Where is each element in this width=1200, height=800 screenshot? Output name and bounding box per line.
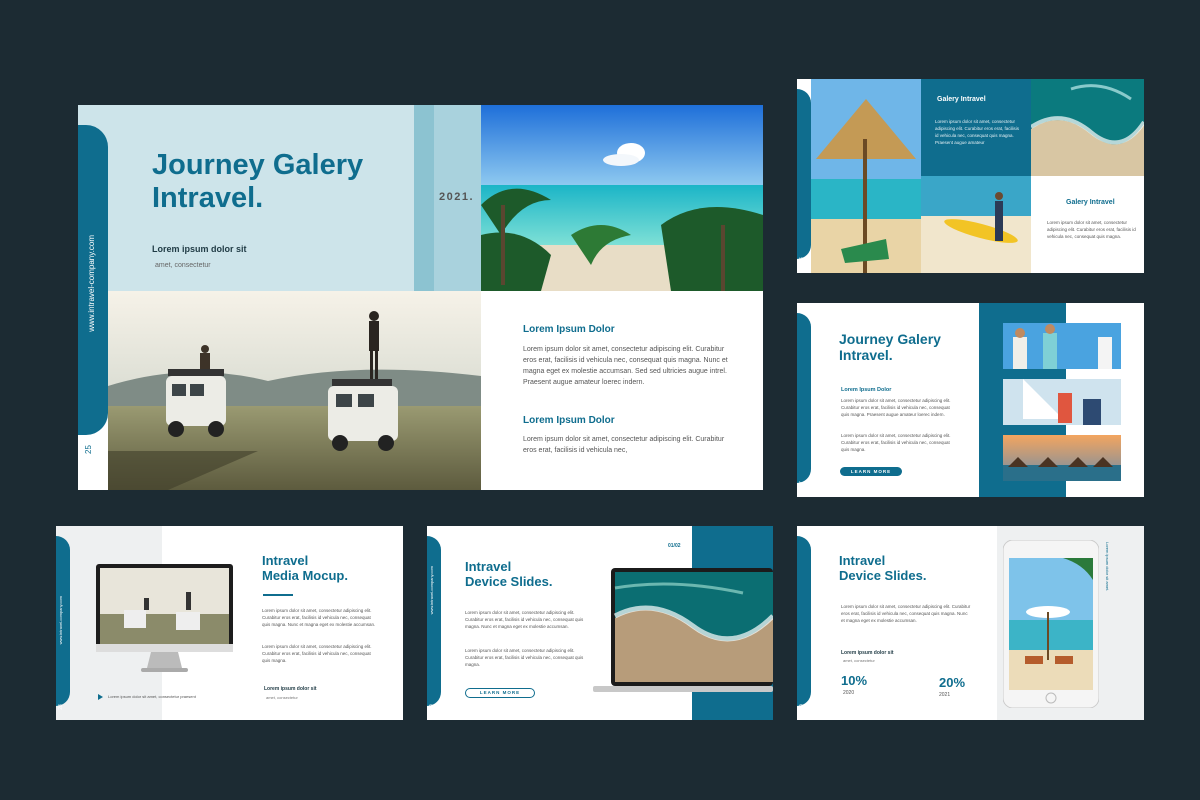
beach-photo xyxy=(481,105,763,291)
section1-heading: Lorem Ipsum Dolor xyxy=(523,324,615,335)
title-line1: Journey Galery xyxy=(152,149,364,181)
device-body-1: Lorem ipsum dolor sit amet, consectetur … xyxy=(465,610,584,629)
surfer-photo xyxy=(921,176,1031,273)
stat2-year: 2021 xyxy=(939,692,951,698)
main-title: Journey Galery Intravel. xyxy=(152,149,363,216)
section2-heading: Lorem Ipsum Dolor xyxy=(523,415,615,426)
laptop-mockup xyxy=(593,568,773,698)
caption-heading: Lorem ipsum dolor sit xyxy=(264,686,317,692)
media-title: Intravel Media Mocup. xyxy=(262,553,348,584)
phone-body-1: Lorem ipsum dolor sit amet, consectetur … xyxy=(841,604,971,623)
van-photo xyxy=(108,291,481,490)
subtitle: Lorem ipsum dolor sit xyxy=(152,244,247,254)
page-number: 27 xyxy=(798,481,805,487)
device-title: Intravel Device Slides. xyxy=(465,559,553,590)
section2-body: Lorem ipsum dolor sit amet, consectetur … xyxy=(523,436,725,454)
media-body-2: Lorem ipsum dolor sit amet, consectetur … xyxy=(262,644,372,663)
sailing-photo xyxy=(1003,379,1121,425)
page-number: 25 xyxy=(83,445,93,454)
title-line1: Journey Galery xyxy=(839,331,941,347)
gallery-body-1: Lorem ipsum dolor sit amet, consectetur … xyxy=(935,119,1020,145)
gallery-heading-2: Galery Intravel xyxy=(1066,199,1115,206)
phone-title: Intravel Device Slides. xyxy=(839,553,927,584)
side-tab xyxy=(797,536,811,706)
title-line1: Intravel xyxy=(839,553,886,568)
side-tab xyxy=(797,89,811,259)
slide-phone[interactable]: Intravel Device Slides. Lorem ipsum dolo… xyxy=(797,526,1144,720)
side-tab xyxy=(797,313,811,483)
slide-journey-small[interactable]: Journey Galery Intravel. Lorem Ipsum Dol… xyxy=(797,303,1144,497)
phone-mockup xyxy=(1003,540,1099,708)
title-line2: Intravel. xyxy=(152,182,264,215)
website-text: www.intravel-company.com xyxy=(87,235,96,332)
gallery-heading-1: Galery Intravel xyxy=(937,96,986,103)
slide-device[interactable]: www.intravel-company.com 01/02 Intravel … xyxy=(427,526,773,720)
subheading: Lorem Ipsum Dolor xyxy=(841,387,892,393)
title-line2: Device Slides. xyxy=(465,573,553,589)
media-body-1: Lorem ipsum dolor sit amet, consectetur … xyxy=(262,608,376,627)
umbrella-photo xyxy=(811,79,921,273)
learn-more-button[interactable]: LEARN MORE xyxy=(465,688,535,698)
play-icon[interactable] xyxy=(98,694,103,700)
friends-photo xyxy=(1003,323,1121,369)
slide-media[interactable]: www.intravel-company.com Intravel Media … xyxy=(56,526,403,720)
section1-body: Lorem ipsum dolor sit amet, consectetur … xyxy=(523,346,728,386)
stat1-value: 10% xyxy=(841,673,868,688)
stat1-year: 2020 xyxy=(843,690,855,696)
footer-note: Lorem ipsum dolor sit amet, consectetur … xyxy=(108,694,196,699)
slide-gallery-right[interactable]: Galery Intravel Lorem ipsum dolor sit am… xyxy=(797,79,1144,273)
side-tab xyxy=(427,536,441,706)
page-number: 30 xyxy=(798,704,805,710)
device-body-2: Lorem ipsum dolor sit amet, consectetur … xyxy=(465,648,584,667)
page-number: 29 xyxy=(428,704,435,710)
website-text: www.intravel-company.com xyxy=(429,566,434,615)
title-line1: Intravel xyxy=(262,553,309,568)
monitor-mockup xyxy=(96,564,233,672)
slide-main[interactable]: www.intravel-company.com 25 Journey Gale… xyxy=(78,105,763,490)
waves-photo xyxy=(1031,79,1144,176)
website-text: www.intravel-company.com xyxy=(58,596,63,645)
learn-more-button[interactable]: LEARN MORE xyxy=(840,467,902,476)
journey-body-2: Lorem ipsum dolor sit amet, consectetur … xyxy=(841,433,951,452)
page-number: 26 xyxy=(798,257,805,263)
title-line2: Media Mocup. xyxy=(262,567,348,583)
journey-title: Journey Galery Intravel. xyxy=(839,331,941,363)
caption-heading: Lorem ipsum dolor sit xyxy=(841,650,894,656)
resort-photo xyxy=(1003,435,1121,481)
title-line2: Device Slides. xyxy=(839,567,927,583)
title-underline xyxy=(263,594,293,596)
caption-sub: amet, consectetur xyxy=(843,658,875,663)
title-line2: Intravel. xyxy=(839,347,893,364)
year-label: 2021. xyxy=(439,191,475,203)
accent-stripe xyxy=(414,105,434,291)
side-text: Lorem ipsum dolor sit amet. xyxy=(1105,542,1110,592)
caption-sub: amet, consectetur xyxy=(266,695,298,700)
page-number: 28 xyxy=(57,704,64,710)
title-line1: Intravel xyxy=(465,559,512,574)
journey-body-1: Lorem ipsum dolor sit amet, consectetur … xyxy=(841,398,951,417)
gallery-body-2: Lorem ipsum dolor sit amet, consectetur … xyxy=(1047,220,1136,239)
stat2-value: 20% xyxy=(939,675,966,690)
slide-counter: 01/02 xyxy=(668,543,681,549)
subtitle2: amet, consectetur xyxy=(155,262,211,269)
